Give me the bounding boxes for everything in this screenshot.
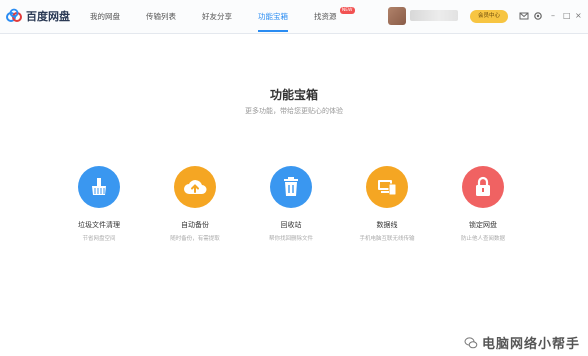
tab-find-resources-label: 找资源	[314, 12, 337, 21]
tool-name: 回收站	[280, 221, 302, 229]
tab-my-disk[interactable]: 我的网盘	[90, 0, 120, 34]
tool-desc: 防止他人查阅数据	[460, 236, 505, 242]
tool-garbage-cleanup[interactable]: 垃圾文件清理 节省网盘空间	[56, 166, 142, 242]
tool-desc: 随时备份，有需提取	[170, 236, 220, 242]
tool-desc: 节省网盘空间	[82, 236, 116, 242]
tool-name: 垃圾文件清理	[78, 221, 120, 229]
cloud-logo-icon	[6, 8, 22, 22]
cloud-upload-icon	[174, 166, 216, 208]
tool-name: 锁定网盘	[469, 221, 497, 229]
tab-find-resources[interactable]: 找资源 NEW	[314, 0, 355, 34]
tool-desc: 手机电脑互联无线传输	[359, 236, 415, 242]
trash-icon	[270, 166, 312, 208]
tool-lock-disk[interactable]: 锁定网盘 防止他人查阅数据	[440, 166, 526, 242]
tab-toolbox[interactable]: 功能宝箱	[258, 0, 288, 34]
minimize-icon[interactable]: –	[551, 10, 555, 22]
tool-recycle-bin[interactable]: 回收站 帮你找回删除文件	[248, 166, 334, 242]
app-name: 百度网盘	[26, 10, 70, 23]
close-icon[interactable]: ×	[575, 10, 582, 22]
main-nav: 我的网盘 传输列表 好友分享 功能宝箱 找资源 NEW	[90, 0, 363, 34]
tab-friend-share[interactable]: 好友分享	[202, 0, 232, 34]
maximize-icon[interactable]: □	[563, 10, 571, 22]
app-logo[interactable]: 百度网盘	[6, 8, 70, 24]
page-subtitle: 更多功能，带给您更贴心的体验	[245, 107, 343, 115]
tool-name: 自动备份	[181, 221, 209, 229]
broom-icon	[78, 166, 120, 208]
username-blurred[interactable]	[410, 10, 458, 21]
mail-icon[interactable]	[519, 11, 529, 21]
vip-center-button[interactable]: 会员中心	[470, 10, 508, 23]
tab-transfer-list[interactable]: 传输列表	[146, 0, 176, 34]
watermark-text: 电脑网络小帮手	[481, 337, 580, 352]
devices-icon	[366, 166, 408, 208]
page-title: 功能宝箱	[269, 88, 318, 102]
tool-auto-backup[interactable]: 自动备份 随时备份，有需提取	[152, 166, 238, 242]
tool-desc: 帮你找回删除文件	[268, 236, 313, 242]
gear-icon[interactable]	[533, 11, 543, 21]
tool-data-cable[interactable]: 数据线 手机电脑互联无线传输	[344, 166, 430, 242]
top-bar: 百度网盘 我的网盘 传输列表 好友分享 功能宝箱 找资源 NEW 会员中心 – …	[0, 0, 588, 34]
avatar[interactable]	[388, 7, 406, 25]
tool-name: 数据线	[376, 221, 398, 229]
new-badge: NEW	[339, 7, 355, 14]
lock-icon	[462, 166, 504, 208]
watermark: 电脑网络小帮手	[464, 333, 580, 352]
chat-bubbles-icon	[464, 336, 478, 348]
